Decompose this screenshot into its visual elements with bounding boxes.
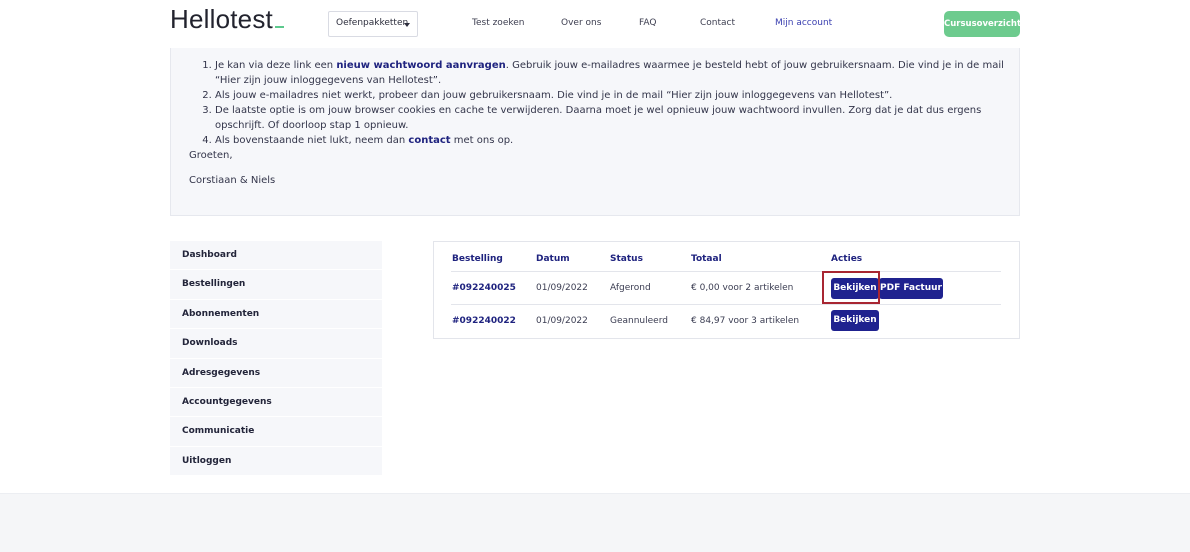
step-text: Je kan via deze link een	[215, 60, 337, 71]
caret-down-icon	[404, 23, 410, 27]
row-divider	[451, 304, 1001, 305]
sidebar-item-downloads[interactable]: Downloads	[170, 329, 382, 359]
pdf-invoice-button[interactable]: PDF Factuur	[879, 278, 943, 299]
highlight-annotation	[822, 271, 880, 304]
order-status: Afgerond	[610, 283, 651, 293]
help-step: Je kan via deze link een nieuw wachtwoor…	[215, 58, 1005, 88]
order-date: 01/09/2022	[536, 283, 588, 293]
view-order-button[interactable]: Bekijken	[831, 310, 879, 331]
sidebar-item-accountgegevens[interactable]: Accountgegevens	[170, 387, 382, 418]
column-header-totaal: Totaal	[691, 254, 722, 264]
orders-table: Bestelling Datum Status Totaal Acties #0…	[433, 241, 1020, 339]
new-password-link[interactable]: nieuw wachtwoord aanvragen	[336, 60, 505, 71]
nav-test-zoeken[interactable]: Test zoeken	[472, 18, 524, 28]
nav-faq[interactable]: FAQ	[639, 18, 656, 28]
logo-dot	[274, 26, 284, 28]
packages-dropdown[interactable]: Oefenpakketten	[328, 11, 418, 37]
nav-mijn-account[interactable]: Mijn account	[775, 18, 832, 28]
account-sidebar: Dashboard Bestellingen Abonnementen Down…	[170, 241, 382, 477]
sidebar-item-uitloggen[interactable]: Uitloggen	[170, 446, 382, 477]
order-date: 01/09/2022	[536, 316, 588, 326]
sidebar-item-adresgegevens[interactable]: Adresgegevens	[170, 358, 382, 388]
contact-link[interactable]: contact	[408, 135, 450, 146]
site-header: Hellotest Oefenpakketten Test zoeken Ove…	[0, 0, 1190, 48]
column-header-datum: Datum	[536, 254, 570, 264]
sidebar-item-abonnementen[interactable]: Abonnementen	[170, 299, 382, 330]
help-step: De laatste optie is om jouw browser cook…	[215, 103, 1005, 133]
order-total: € 84,97 voor 3 artikelen	[691, 316, 800, 326]
order-number-link[interactable]: #092240025	[452, 283, 516, 293]
help-step: Als bovenstaande niet lukt, neem dan con…	[215, 133, 1005, 148]
course-overview-button[interactable]: Cursusoverzicht	[944, 11, 1021, 37]
sidebar-item-dashboard[interactable]: Dashboard	[170, 241, 382, 271]
step-text: De laatste optie is om jouw browser cook…	[215, 105, 982, 131]
header-divider	[451, 271, 1001, 272]
nav-over-ons[interactable]: Over ons	[561, 18, 601, 28]
step-text: Als bovenstaande niet lukt, neem dan	[215, 135, 409, 146]
column-header-status: Status	[610, 254, 643, 264]
column-header-acties: Acties	[831, 254, 863, 264]
password-help-box: Je kan via deze link een nieuw wachtwoor…	[170, 48, 1020, 216]
page-footer	[0, 493, 1190, 552]
help-steps-list: Je kan via deze link een nieuw wachtwoor…	[215, 58, 1005, 148]
sidebar-item-communicatie[interactable]: Communicatie	[170, 417, 382, 447]
logo-text: Hellotest	[170, 4, 273, 34]
signature: Corstiaan & Niels	[189, 175, 276, 186]
nav-contact[interactable]: Contact	[700, 18, 735, 28]
step-text: Als jouw e-mailadres niet werkt, probeer…	[215, 90, 893, 101]
packages-dropdown-value: Oefenpakketten	[336, 18, 409, 28]
help-step: Als jouw e-mailadres niet werkt, probeer…	[215, 88, 1005, 103]
sidebar-item-bestellingen[interactable]: Bestellingen	[170, 270, 382, 300]
order-total: € 0,00 voor 2 artikelen	[691, 283, 794, 293]
greeting: Groeten,	[189, 150, 233, 161]
step-text: met ons op.	[450, 135, 514, 146]
logo[interactable]: Hellotest	[170, 4, 284, 35]
order-status: Geannuleerd	[610, 316, 668, 326]
column-header-bestelling: Bestelling	[452, 254, 503, 264]
order-number-link[interactable]: #092240022	[452, 316, 516, 326]
